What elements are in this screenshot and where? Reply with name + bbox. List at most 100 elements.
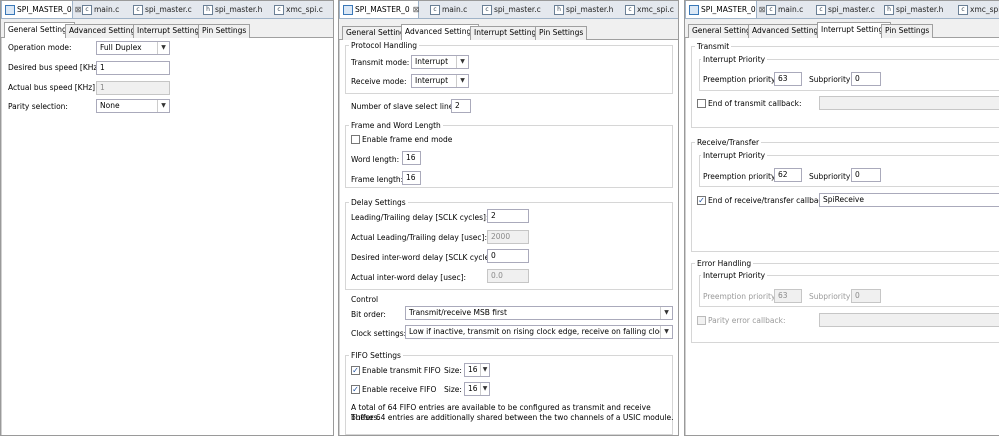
tab-pin-settings[interactable]: Pin Settings	[881, 24, 934, 38]
editor-tab-label: main.c	[778, 5, 804, 14]
editor-tab-main-c[interactable]: c main.c	[763, 1, 804, 18]
transmit-preemption-label: Preemption priority	[703, 75, 776, 84]
receive-callback-checkbox[interactable]: ✓	[697, 196, 706, 205]
receive-mode-label: Receive mode:	[351, 77, 407, 86]
editor-tab-xmc-spi-c[interactable]: cxmc_spi.c	[955, 1, 999, 18]
bit-order-value: Transmit/receive MSB first	[409, 308, 507, 317]
tab-advanced-settings[interactable]: Advanced Settings	[401, 24, 480, 41]
c-file-icon: c	[274, 5, 284, 15]
word-length-input[interactable]: 16	[402, 151, 421, 165]
clock-settings-label: Clock settings:	[351, 329, 407, 338]
editor-tab-label: spi_master.h	[896, 5, 944, 14]
parity-selection-select[interactable]: None ▼	[96, 99, 170, 113]
receive-subpriority-input[interactable]: 0	[851, 168, 881, 182]
chevron-down-icon: ▼	[480, 383, 489, 395]
parity-selection-value: None	[100, 101, 120, 110]
chevron-down-icon: ▼	[660, 307, 672, 319]
editor-tab-spi-master-h[interactable]: h spi_master.h	[200, 1, 263, 18]
editor-tab-label: spi_master.c	[828, 5, 875, 14]
tab-pin-settings[interactable]: Pin Settings	[198, 24, 251, 38]
desired-bus-speed-input[interactable]: 1	[96, 61, 170, 75]
leading-trailing-delay-input[interactable]: 2	[487, 209, 529, 223]
word-length-label: Word length:	[351, 155, 400, 164]
general-settings-content: Operation mode: Full Duplex ▼ Desired bus…	[1, 38, 333, 435]
frame-end-mode-checkbox[interactable]	[351, 135, 360, 144]
editor-tab-bar: SPI_MASTER_0 ⊠ c main.c c spi_master.c h spi…	[339, 1, 678, 19]
editor-tab-spi-master[interactable]: SPI_MASTER_0 ⊠	[685, 1, 765, 18]
actual-leading-trailing-field: 2000	[487, 230, 529, 244]
transmit-callback-checkbox[interactable]	[697, 99, 706, 108]
transmit-preemption-input[interactable]: 63	[774, 72, 802, 86]
settings-tab-bar: General Settings Advanced Settings Inter…	[1, 22, 333, 39]
editor-tab-spi-master-c[interactable]: c spi_master.c	[479, 1, 541, 18]
editor-tab-xmc-spi-c[interactable]: cxmc_spi.c	[271, 1, 323, 18]
editor-tab-spi-master-h[interactable]: h spi_master.h	[881, 1, 944, 18]
frame-end-mode-label: Enable frame end mode	[362, 135, 453, 144]
receive-fifo-size-value: 16	[468, 384, 478, 393]
bit-order-select[interactable]: Transmit/receive MSB first ▼	[405, 306, 673, 320]
settings-tab-bar: General Settings Advanced Settings Inter…	[685, 22, 999, 39]
tab-pin-settings[interactable]: Pin Settings	[535, 26, 588, 40]
transmit-callback-input	[819, 96, 999, 110]
editor-tab-spi-master-c[interactable]: c spi_master.c	[130, 1, 192, 18]
transmit-fifo-checkbox[interactable]: ✓	[351, 366, 360, 375]
transmit-fifo-size-select[interactable]: 16 ▼	[464, 363, 490, 377]
receive-callback-label: End of receive/transfer callback:	[708, 196, 830, 205]
transmit-callback-label: End of transmit callback:	[708, 99, 802, 108]
transmit-mode-select[interactable]: Interrupt ▼	[411, 55, 469, 69]
editor-tab-main-c[interactable]: c main.c	[79, 1, 120, 18]
editor-tab-main-c[interactable]: c main.c	[427, 1, 467, 18]
receive-mode-select[interactable]: Interrupt ▼	[411, 74, 469, 88]
editor-tab-label: xmc_spi.c	[286, 5, 323, 14]
editor-panel-advanced: SPI_MASTER_0 ⊠ c main.c c spi_master.c h spi…	[338, 0, 679, 436]
component-icon	[689, 5, 699, 15]
operation-mode-select[interactable]: Full Duplex ▼	[96, 41, 170, 55]
protocol-handling-title: Protocol Handling	[349, 41, 420, 50]
transmit-fifo-size-value: 16	[468, 365, 478, 374]
editor-tab-spi-master-c[interactable]: c spi_master.c	[813, 1, 875, 18]
parity-error-callback-input	[819, 313, 999, 327]
editor-tab-bar: SPI_MASTER_0 ⊠ c main.c c spi_master.c h spi…	[685, 1, 999, 19]
receive-fifo-size-select[interactable]: 16 ▼	[464, 382, 490, 396]
transmit-mode-value: Interrupt	[415, 57, 449, 66]
slave-select-lines-label: Number of slave select lines:	[351, 102, 460, 111]
slave-select-lines-input[interactable]: 2	[451, 99, 471, 113]
c-file-icon: c	[482, 5, 492, 15]
tab-advanced-settings[interactable]: Advanced Settings	[65, 24, 144, 38]
editor-tab-label: spi_master.h	[215, 5, 263, 14]
receive-transfer-title: Receive/Transfer	[695, 138, 762, 147]
editor-panel-general: SPI_MASTER_0 ⊠ c main.c c spi_master.c h spi…	[0, 0, 334, 436]
chevron-down-icon: ▼	[157, 100, 169, 112]
receive-preemption-input[interactable]: 62	[774, 168, 802, 182]
actual-inter-word-label: Actual inter-word delay [usec]:	[351, 273, 467, 282]
receive-priority-title: Interrupt Priority	[701, 151, 768, 160]
parity-error-callback-label: Parity error callback:	[708, 316, 786, 325]
frame-length-input[interactable]: 16	[402, 171, 421, 185]
editor-tab-label: spi_master.c	[145, 5, 192, 14]
inter-word-delay-input[interactable]: 0	[487, 249, 529, 263]
tab-interrupt-settings[interactable]: Interrupt Settings	[470, 26, 545, 40]
chevron-down-icon: ▼	[456, 75, 468, 87]
close-icon[interactable]: ⊠	[413, 5, 420, 14]
receive-callback-input[interactable]: SpiReceive	[819, 193, 999, 207]
editor-tab-label: SPI_MASTER_0	[701, 5, 756, 14]
editor-tab-spi-master-h[interactable]: h spi_master.h	[551, 1, 614, 18]
transmit-subpriority-input[interactable]: 0	[851, 72, 881, 86]
editor-tab-xmc-spi-c[interactable]: cxmc_spi.c	[622, 1, 674, 18]
tab-interrupt-settings[interactable]: Interrupt Settings	[133, 24, 208, 38]
clock-settings-select[interactable]: Low if inactive, transmit on rising cloc…	[405, 325, 673, 339]
control-title: Control	[351, 295, 379, 304]
parity-error-callback-checkbox	[697, 316, 706, 325]
bit-order-label: Bit order:	[351, 310, 386, 319]
editor-tab-label: SPI_MASTER_0	[355, 5, 410, 14]
receive-fifo-checkbox[interactable]: ✓	[351, 385, 360, 394]
inter-word-delay-label: Desired inter-word delay [SCLK cycles]:	[351, 253, 499, 262]
editor-tab-spi-master[interactable]: SPI_MASTER_0 ⊠	[339, 1, 420, 18]
editor-tab-label: main.c	[94, 5, 120, 14]
clock-settings-value: Low if inactive, transmit on rising cloc…	[409, 327, 673, 336]
receive-preemption-label: Preemption priority	[703, 172, 776, 181]
parity-selection-label: Parity selection:	[8, 102, 68, 111]
editor-tab-label: spi_master.h	[566, 5, 614, 14]
tab-advanced-settings[interactable]: Advanced Settings	[748, 24, 827, 38]
editor-tab-spi-master[interactable]: SPI_MASTER_0 ⊠	[1, 1, 81, 18]
